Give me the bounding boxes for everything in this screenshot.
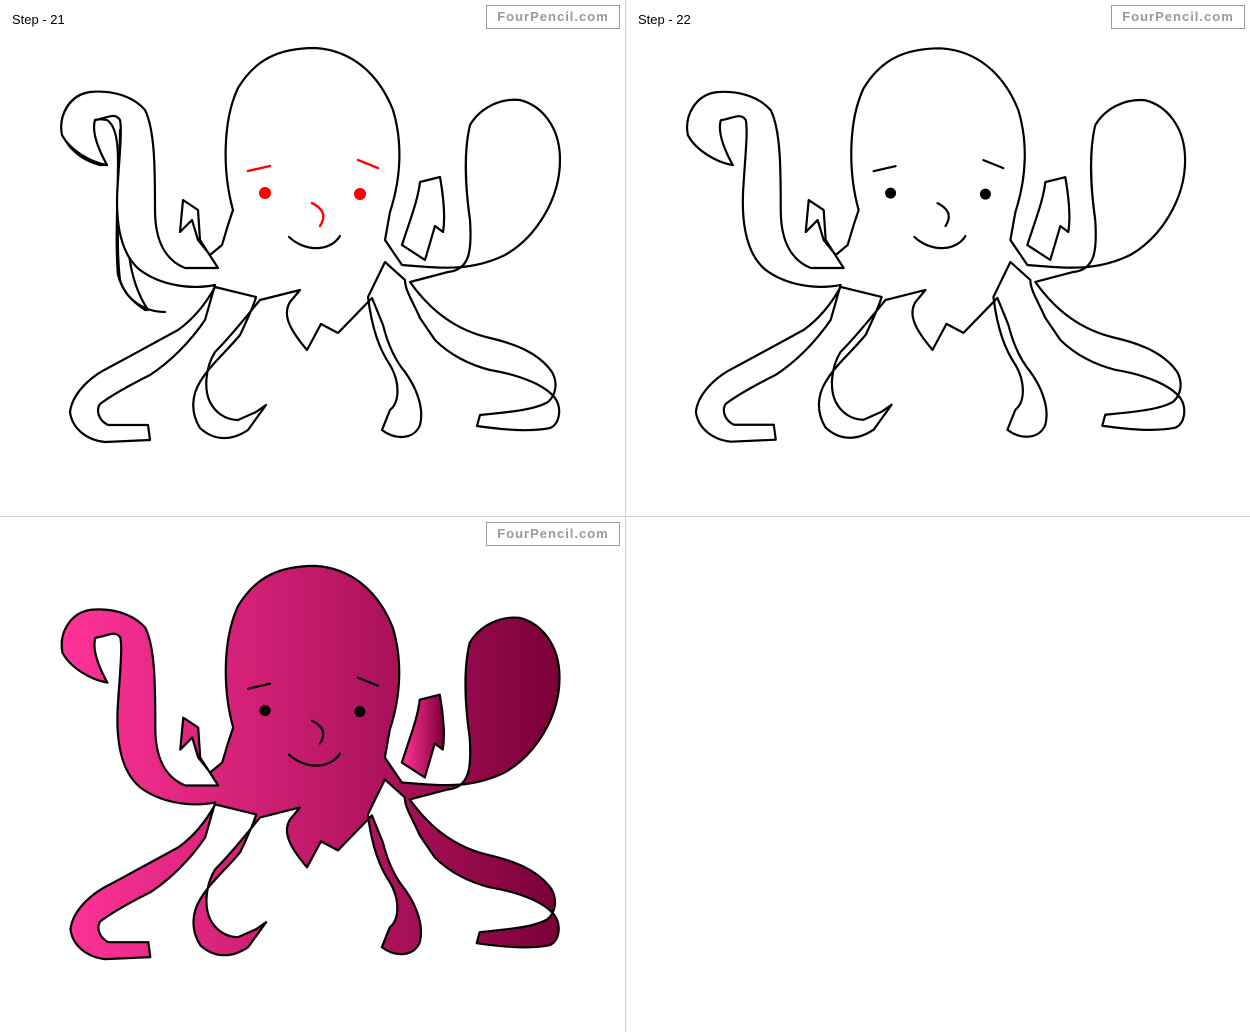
octopus-drawing-icon [686,47,1187,443]
empty-panel [626,517,1250,1032]
colored-result-panel: FourPencil.com [0,517,625,1032]
step-21-panel: Step - 21 FourPencil.com [0,0,625,516]
octopus-drawing-icon [60,564,561,961]
step-22-panel: Step - 22 FourPencil.com [626,0,1250,516]
octopus-drawing-icon [60,46,562,444]
